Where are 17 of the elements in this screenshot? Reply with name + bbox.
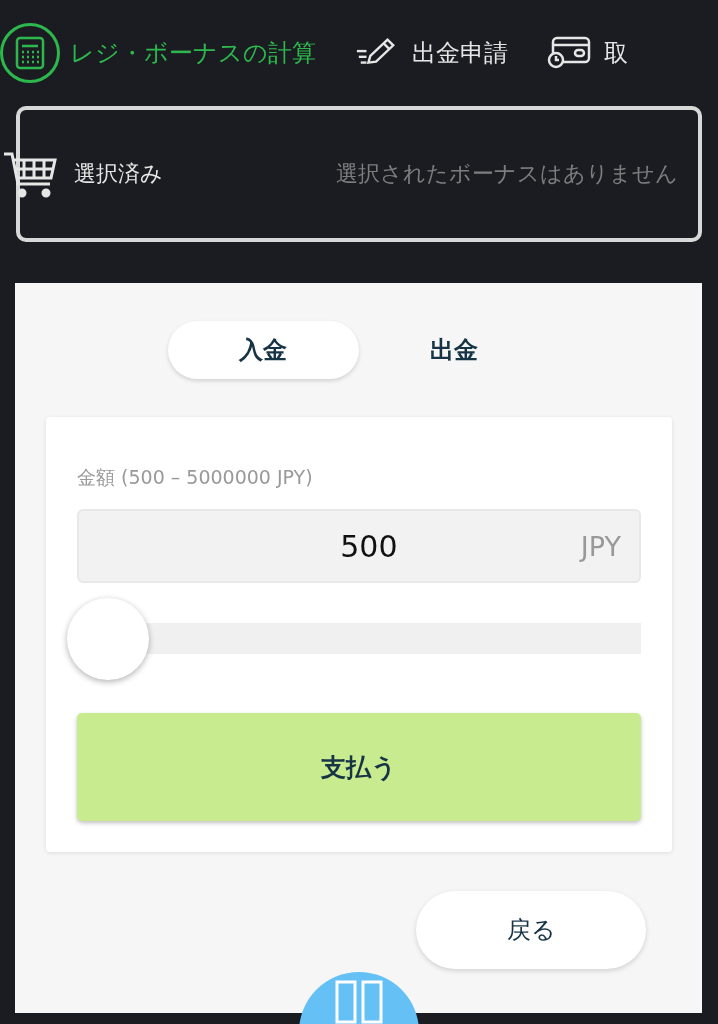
back-button[interactable]: 戻る: [416, 891, 646, 969]
currency-label: JPY: [580, 530, 621, 562]
wallet-clock-icon: [547, 35, 591, 70]
nav-tab[interactable]: 取: [544, 22, 628, 83]
amount-label: 金額 (500 – 5000000 JPY): [77, 465, 314, 490]
amount-field[interactable]: 500 JPY: [77, 509, 641, 583]
nav-tab[interactable]: 出金申請: [352, 22, 508, 83]
cart-label: 選択済み: [74, 160, 163, 188]
squares-icon: [335, 980, 383, 1024]
pay-button[interactable]: 支払う: [77, 713, 641, 821]
nav-tab[interactable]: レジ・ボーナスの計算: [0, 22, 316, 83]
tab[interactable]: 出金: [358, 321, 550, 379]
slider-thumb[interactable]: [67, 598, 149, 680]
cart-icon: [2, 150, 58, 200]
calculator-icon: [15, 35, 45, 70]
empty-message: 選択されたボーナスはありません: [336, 160, 678, 188]
tab[interactable]: 入金: [167, 321, 359, 379]
